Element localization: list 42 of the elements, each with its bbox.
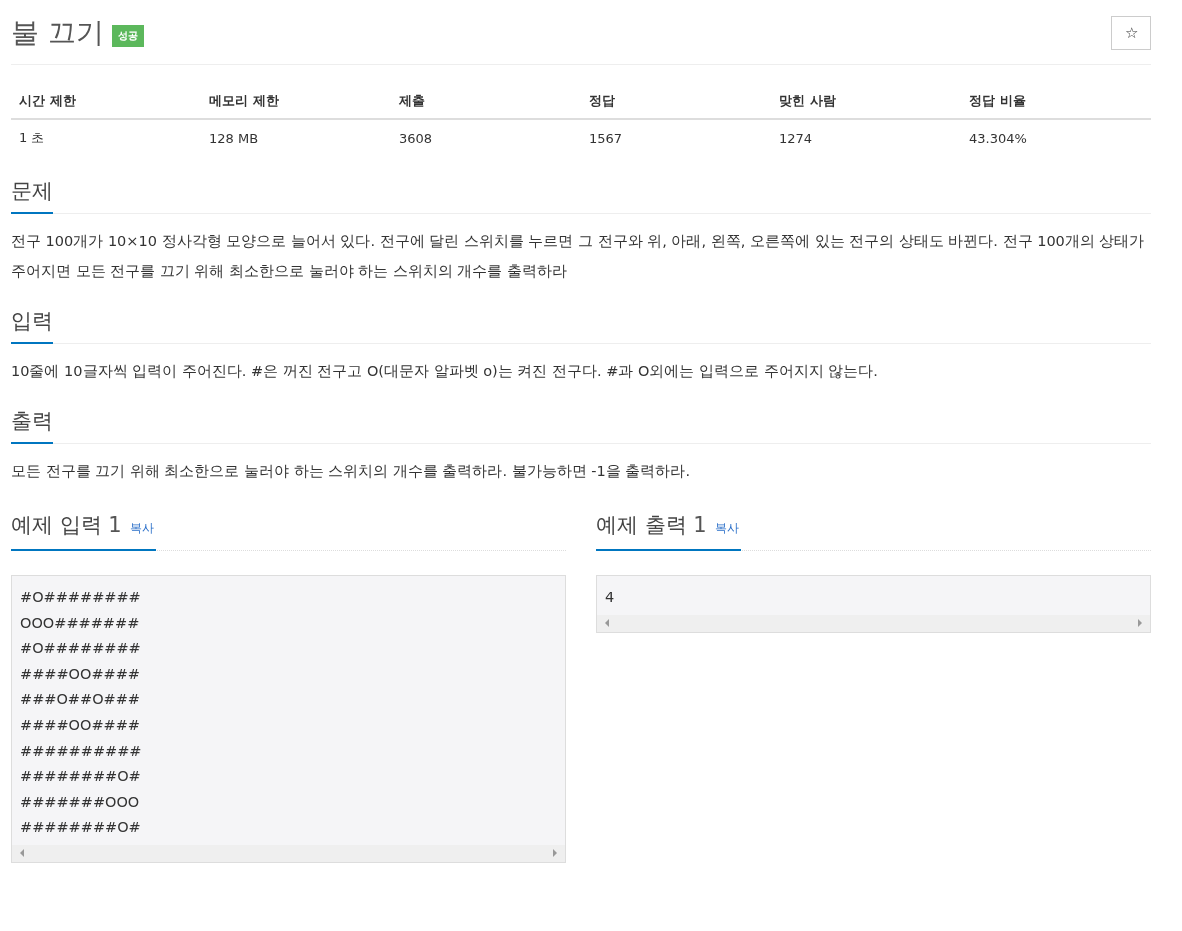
copy-link[interactable]: 복사: [714, 513, 739, 543]
code-line: #O########: [20, 639, 142, 659]
code-line: #######OOO: [20, 792, 141, 812]
left-arrow-icon[interactable]: [604, 619, 610, 628]
scrollbar[interactable]: [12, 844, 565, 862]
table-cell: 1274: [771, 119, 961, 156]
code-line: #O########: [20, 588, 142, 607]
example-heading: 예제 입력 1: [11, 512, 122, 539]
table-cell: 3608: [391, 119, 581, 156]
code-line: ##########: [20, 741, 143, 761]
section-text: 전구 100개가 10×10 정사각형 모양으로 늘어서 있다. 전구에 달린 스위치를 누르면 그 전구와 위, 아래, 왼쪽, 오른쪽에 있는 전구의 상태도 바뀐다. 전구 100개의 상태가 주어지면 모든 전구를 끄기 위해 최소한으로 눌러야 하는 스위치의 개수를 출력하라: [11, 232, 1146, 281]
section-text: 모든 전구를 끄기 위해 최소한으로 눌러야 하는 스위치의 개수를 출력하라. 불가능하면 -1을 출력하라.: [11, 462, 691, 481]
status-badge: 성공: [111, 25, 144, 47]
left-arrow-icon[interactable]: [19, 849, 25, 858]
code-line: ####OO####: [20, 715, 142, 735]
problem-title: 불 끄기: [11, 15, 104, 51]
right-arrow-icon[interactable]: [552, 849, 558, 858]
column-header: 메모리 제한: [201, 84, 391, 119]
column-header: 정답 비율: [961, 84, 1151, 119]
code-line: ####OO####: [20, 664, 142, 684]
code-line: ########O#: [20, 818, 142, 838]
right-arrow-icon[interactable]: [1137, 619, 1143, 628]
example-heading: 예제 출력 1: [596, 512, 707, 539]
favorite-button[interactable]: ☆: [1111, 16, 1151, 50]
section-heading: 출력: [11, 406, 53, 444]
table-cell: 43.304%: [961, 119, 1151, 156]
copy-link[interactable]: 복사: [129, 513, 154, 543]
section-heading: 문제: [11, 176, 53, 214]
column-header: 정답: [581, 84, 771, 119]
column-header: 맞힌 사람: [771, 84, 961, 119]
table-cell: 128 MB: [201, 119, 391, 156]
section-heading: 입력: [11, 306, 53, 344]
table-cell: 1 초: [11, 119, 201, 156]
code-line: 4: [605, 588, 616, 607]
code-line: ###O##O###: [20, 690, 142, 710]
column-header: 제출: [391, 84, 581, 119]
column-header: 시간 제한: [11, 84, 201, 119]
table-cell: 1567: [581, 119, 771, 156]
code-line: ########O#: [20, 767, 142, 787]
code-line: OOO#######: [20, 613, 141, 633]
section-text: 10줄에 10글자씩 입력이 주어진다. #은 꺼진 전구고 O(대문자 알파벳 o)는 켜진 전구다. #과 O외에는 입력으로 주어지지 않는다.: [11, 362, 879, 381]
scrollbar[interactable]: [597, 614, 1150, 632]
